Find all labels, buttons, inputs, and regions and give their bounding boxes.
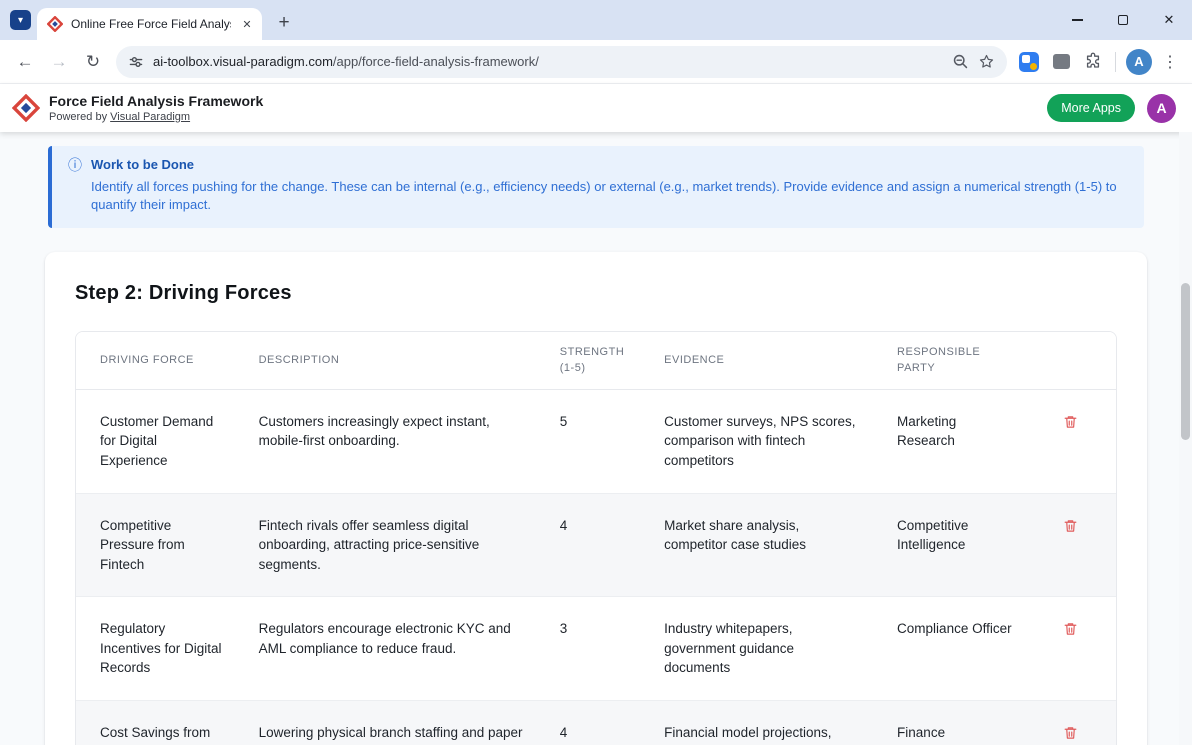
browser-profile-avatar[interactable]: A xyxy=(1126,49,1152,75)
cell-responsible-party: Competitive Intelligence xyxy=(873,493,1026,597)
tab-strip: ▾ Online Free Force Field Analysis ✕ + ✕ xyxy=(0,0,1192,40)
site-info-icon[interactable] xyxy=(128,54,144,70)
trash-icon xyxy=(1063,414,1078,430)
url-domain: ai-toolbox.visual-paradigm.com xyxy=(153,54,333,69)
zoom-icon[interactable] xyxy=(952,53,969,70)
table-row: Cost Savings from Reduced Paper and Lowe… xyxy=(76,700,1116,745)
delete-row-button[interactable] xyxy=(1061,516,1080,536)
delete-row-button[interactable] xyxy=(1061,619,1080,639)
tab-search-button[interactable]: ▾ xyxy=(10,10,31,30)
browser-tab[interactable]: Online Free Force Field Analysis ✕ xyxy=(37,8,262,40)
table-row: Regulatory Incentives for Digital Record… xyxy=(76,597,1116,701)
minimize-button[interactable] xyxy=(1054,0,1100,40)
cell-responsible-party: Compliance Officer xyxy=(873,597,1026,701)
tab-title: Online Free Force Field Analysis xyxy=(71,17,231,31)
cell-evidence: Industry whitepapers, government guidanc… xyxy=(640,597,873,701)
browser-menu-button[interactable]: ⋮ xyxy=(1156,46,1184,78)
forward-button: → xyxy=(42,45,76,79)
url-path: /app/force-field-analysis-framework/ xyxy=(333,54,539,69)
delete-row-button[interactable] xyxy=(1061,723,1080,743)
table-header-row: DRIVING FORCE DESCRIPTION STRENGTH (1-5)… xyxy=(76,332,1116,390)
powered-by: Powered by Visual Paradigm xyxy=(49,111,263,123)
scrollbar-thumb[interactable] xyxy=(1181,283,1190,440)
more-apps-button[interactable]: More Apps xyxy=(1047,94,1135,122)
page-content: ⓘ Work to be Done Identify all forces pu… xyxy=(0,132,1192,745)
extension-button-1[interactable] xyxy=(1013,46,1045,78)
extension-icon-colorful xyxy=(1019,52,1039,72)
cell-driving-force: Regulatory Incentives for Digital Record… xyxy=(76,597,235,701)
toolbar-right: A ⋮ xyxy=(1013,46,1184,78)
cell-responsible-party: Finance Department xyxy=(873,700,1026,745)
cell-driving-force: Customer Demand for Digital Experience xyxy=(76,389,235,493)
cell-description: Customers increasingly expect instant, m… xyxy=(235,389,536,493)
url-text: ai-toolbox.visual-paradigm.com/app/force… xyxy=(153,54,943,69)
user-avatar[interactable]: A xyxy=(1147,94,1176,123)
window-controls: ✕ xyxy=(1054,0,1192,40)
cell-evidence: Market share analysis, competitor case s… xyxy=(640,493,873,597)
tab-close-icon[interactable]: ✕ xyxy=(239,16,255,32)
driving-forces-card: Step 2: Driving Forces DRIVING FORCE DES… xyxy=(45,252,1147,745)
trash-icon xyxy=(1063,725,1078,741)
cell-description: Fintech rivals offer seamless digital on… xyxy=(235,493,536,597)
driving-forces-table: DRIVING FORCE DESCRIPTION STRENGTH (1-5)… xyxy=(75,331,1117,745)
app-header: Force Field Analysis Framework Powered b… xyxy=(0,84,1192,132)
column-header-actions xyxy=(1026,332,1116,390)
tab-favicon xyxy=(47,16,63,32)
visual-paradigm-logo xyxy=(12,94,40,122)
browser-window: ▾ Online Free Force Field Analysis ✕ + ✕… xyxy=(0,0,1192,745)
app-title: Force Field Analysis Framework xyxy=(49,93,263,109)
column-header: RESPONSIBLE PARTY xyxy=(873,332,1026,390)
column-header: DRIVING FORCE xyxy=(76,332,235,390)
cell-responsible-party: Marketing Research xyxy=(873,389,1026,493)
info-banner-body: Identify all forces pushing for the chan… xyxy=(91,178,1128,215)
cell-driving-force: Competitive Pressure from Fintech xyxy=(76,493,235,597)
cell-evidence: Customer surveys, NPS scores, comparison… xyxy=(640,389,873,493)
puzzle-icon xyxy=(1083,52,1103,72)
back-button[interactable]: ← xyxy=(8,45,42,79)
trash-icon xyxy=(1063,621,1078,637)
column-header: DESCRIPTION xyxy=(235,332,536,390)
browser-toolbar: ← → ↻ ai-toolbox.visual-paradigm.com/app… xyxy=(0,40,1192,84)
trash-icon xyxy=(1063,518,1078,534)
visual-paradigm-link[interactable]: Visual Paradigm xyxy=(110,111,190,123)
delete-row-button[interactable] xyxy=(1061,412,1080,432)
column-header: EVIDENCE xyxy=(640,332,873,390)
app-header-text: Force Field Analysis Framework Powered b… xyxy=(49,93,263,123)
cell-evidence: Financial model projections, branch cost… xyxy=(640,700,873,745)
info-banner-title: Work to be Done xyxy=(91,157,194,172)
table-row: Competitive Pressure from Fintech Fintec… xyxy=(76,493,1116,597)
cell-description: Regulators encourage electronic KYC and … xyxy=(235,597,536,701)
minimize-icon xyxy=(1072,19,1083,20)
info-icon: ⓘ xyxy=(68,158,82,172)
bookmark-star-icon[interactable] xyxy=(978,53,995,70)
extension-button-2[interactable] xyxy=(1045,46,1077,78)
chat-bubble-icon xyxy=(1053,54,1070,69)
maximize-icon xyxy=(1118,15,1128,25)
extensions-menu-button[interactable] xyxy=(1077,46,1109,78)
cell-driving-force: Cost Savings from Reduced Paper and xyxy=(76,700,235,745)
cell-strength: 4 xyxy=(536,493,640,597)
chevron-down-icon: ▾ xyxy=(18,15,23,26)
info-banner-header: ⓘ Work to be Done xyxy=(68,157,1128,172)
cell-strength: 4 xyxy=(536,700,640,745)
cell-strength: 3 xyxy=(536,597,640,701)
new-tab-button[interactable]: + xyxy=(270,9,298,37)
close-button[interactable]: ✕ xyxy=(1146,0,1192,40)
address-bar[interactable]: ai-toolbox.visual-paradigm.com/app/force… xyxy=(116,46,1007,78)
cell-description: Lowering physical branch staffing and pa… xyxy=(235,700,536,745)
info-banner: ⓘ Work to be Done Identify all forces pu… xyxy=(48,146,1144,228)
section-heading: Step 2: Driving Forces xyxy=(75,282,1117,305)
column-header: STRENGTH (1-5) xyxy=(536,332,640,390)
reload-button[interactable]: ↻ xyxy=(76,45,110,79)
maximize-button[interactable] xyxy=(1100,0,1146,40)
toolbar-divider xyxy=(1115,52,1116,72)
cell-strength: 5 xyxy=(536,389,640,493)
table-row: Customer Demand for Digital Experience C… xyxy=(76,389,1116,493)
